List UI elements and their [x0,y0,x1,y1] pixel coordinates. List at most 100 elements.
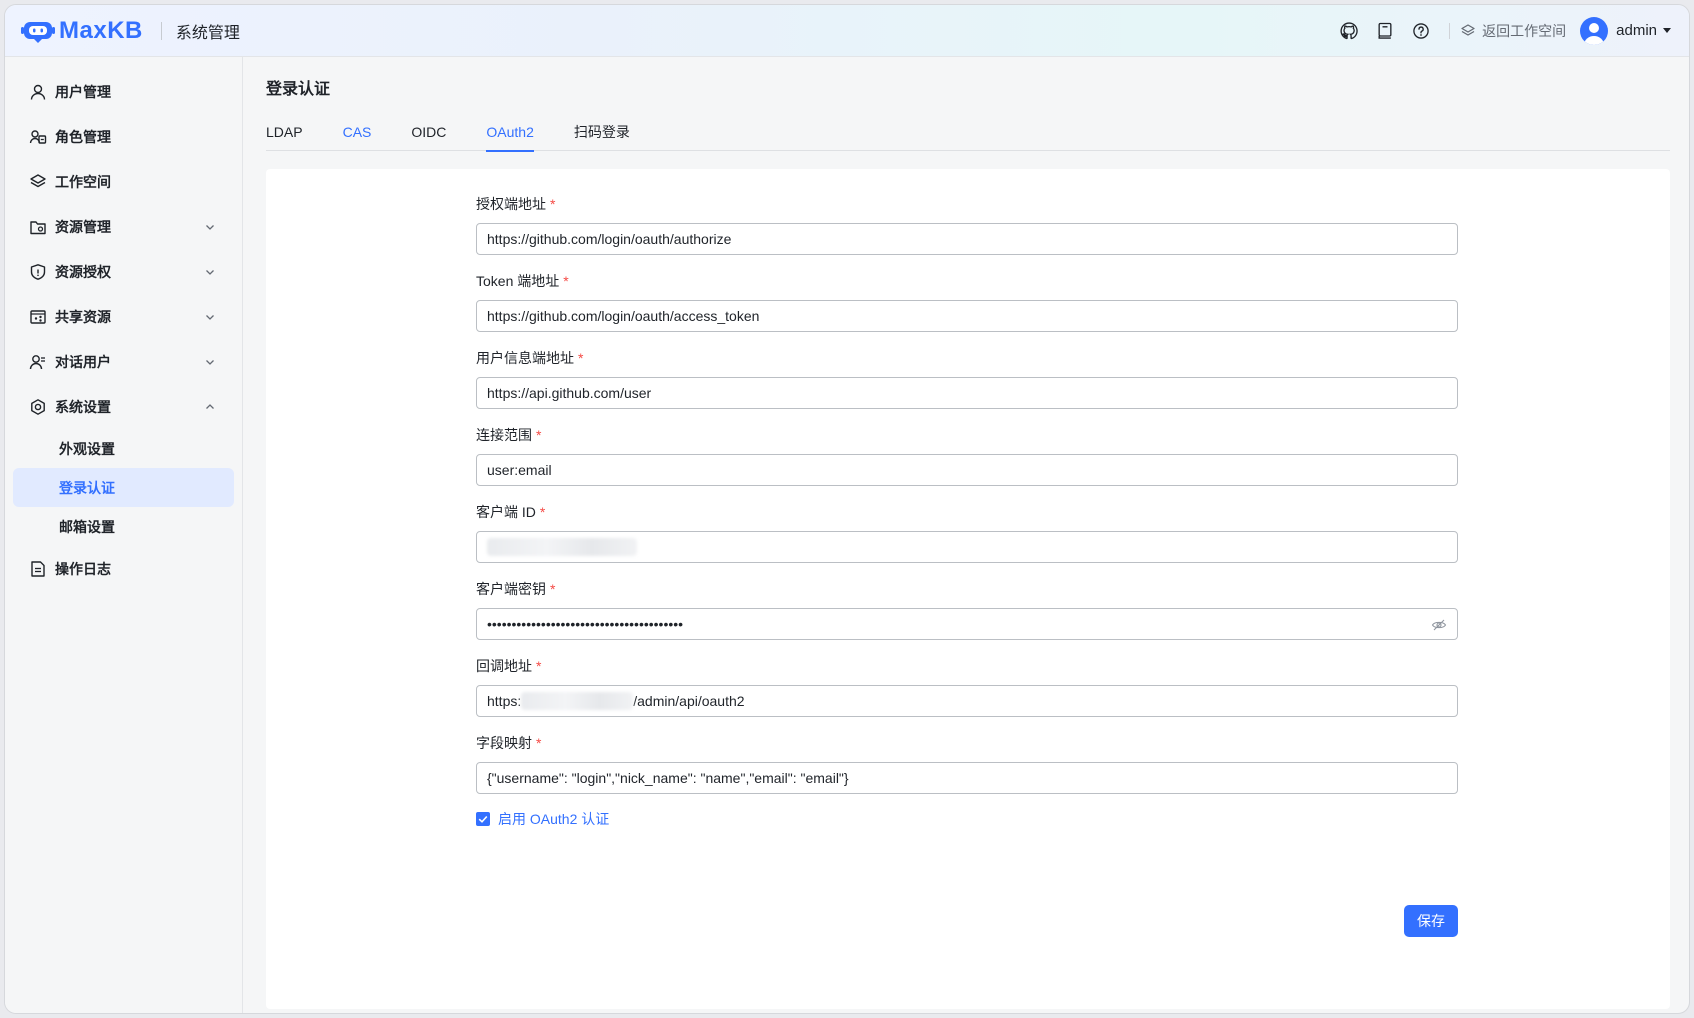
field-label: 用户信息端地址 * [476,350,584,366]
sidebar-subitem-email[interactable]: 邮箱设置 [13,507,234,546]
role-icon [29,129,47,144]
github-button[interactable] [1331,13,1367,49]
field-client-secret: 客户端密钥 * •••••••••••••••••••••••••••••••••… [476,578,1458,640]
avatar[interactable] [1580,16,1609,45]
field-label: 客户端密钥 * [476,581,556,597]
sidebar-item-system-settings[interactable]: 系统设置 [13,384,234,429]
back-to-workspace-button[interactable]: 返回工作空间 [1460,21,1566,41]
tab-cas[interactable]: CAS [343,113,372,151]
top-header: MaxKB 系统管理 返回工作空间 admin [5,5,1689,57]
sidebar-item-label: 角色管理 [55,128,111,145]
sidebar-item-resource-auth[interactable]: 资源授权 [13,249,234,294]
layers-icon [1461,23,1475,36]
log-icon [31,560,45,577]
chevron-down-icon[interactable] [204,311,216,323]
oauth2-form-card: 授权端地址 * https://github.com/login/oauth/au… [266,169,1670,1009]
chevron-down-icon[interactable] [204,221,216,233]
sidebar-item-label: 资源授权 [55,263,111,280]
field-scope: 连接范围 * user:email [476,424,1458,486]
user-name[interactable]: admin [1616,22,1657,39]
field-label: 授权端地址 * [476,196,556,212]
redacted-value [487,538,637,556]
maxkb-logo-icon [21,21,55,43]
enable-oauth2-label: 启用 OAuth2 认证 [498,811,610,827]
workspace-icon [30,173,46,187]
enable-oauth2-checkbox[interactable]: 启用 OAuth2 认证 [476,809,1458,829]
resource-folder-icon [30,220,46,234]
header-separator [1449,22,1451,39]
chevron-down-icon[interactable] [204,266,216,278]
sidebar: 用户管理 角色管理 工作空间 资源管理 资源授权 共享资源 对话用户 系统设置 … [5,57,243,1013]
sidebar-item-label: 共享资源 [55,308,111,325]
docs-button[interactable] [1367,13,1403,49]
sidebar-item-chat-users[interactable]: 对话用户 [13,339,234,384]
redirect-url-prefix: https: [487,693,522,709]
eye-off-icon[interactable] [1431,617,1447,633]
chevron-down-icon[interactable] [204,356,216,368]
avatar-person-icon [1584,22,1605,45]
sidebar-item-users[interactable]: 用户管理 [13,69,234,114]
app-window: MaxKB 系统管理 返回工作空间 admin 用户管理 角色管理 工作空间 资… [4,4,1690,1014]
authorize-url-input[interactable]: https://github.com/login/oauth/authorize [476,223,1458,255]
help-button[interactable] [1403,13,1439,49]
client-id-input[interactable] [476,531,1458,563]
sidebar-item-label: 对话用户 [55,353,111,370]
sidebar-item-label: 用户管理 [55,83,111,100]
help-circle-icon [1413,22,1429,39]
checkbox-checked-icon[interactable] [476,812,490,826]
user-menu-caret-icon[interactable] [1663,28,1671,33]
field-token-url: Token 端地址 * https://github.com/login/oaut… [476,270,1458,332]
sidebar-item-label: 资源管理 [55,218,111,235]
client-secret-input[interactable]: •••••••••••••••••••••••••••••••••••••••• [476,608,1458,640]
chevron-up-icon[interactable] [204,401,216,413]
sidebar-item-shared-resources[interactable]: 共享资源 [13,294,234,339]
sidebar-item-operation-log[interactable]: 操作日志 [13,546,234,591]
field-redirect-url: 回调地址 * https: /admin/api/oauth2 [476,655,1458,717]
field-label: Token 端地址 * [476,273,569,289]
shield-icon [30,263,46,280]
gear-icon [31,398,45,415]
page-title: 登录认证 [266,81,331,98]
scope-input[interactable]: user:email [476,454,1458,486]
share-icon [30,309,46,324]
header-divider [160,21,162,40]
field-label: 客户端 ID * [476,504,546,520]
user-icon [30,84,46,100]
book-icon [1378,22,1392,39]
oauth2-form: 授权端地址 * https://github.com/login/oauth/au… [476,193,1458,937]
field-mapping: 字段映射 * {"username": "login","nick_name": … [476,732,1458,794]
field-userinfo-url: 用户信息端地址 * https://api.github.com/user [476,347,1458,409]
main-content: 登录认证 LDAP CAS OIDC OAuth2 扫码登录 授权端地址 * ht… [244,57,1689,1013]
field-label: 字段映射 * [476,735,542,751]
header-actions: 返回工作空间 admin [1331,13,1671,49]
sidebar-item-workspace[interactable]: 工作空间 [13,159,234,204]
sidebar-subitem-appearance[interactable]: 外观设置 [13,429,234,468]
tab-qrcode-login[interactable]: 扫码登录 [574,113,630,151]
github-icon [1340,21,1358,39]
sidebar-subitem-login-auth[interactable]: 登录认证 [13,468,234,507]
sidebar-item-label: 工作空间 [55,173,111,190]
chat-user-icon [29,354,45,369]
back-to-workspace-label: 返回工作空间 [1482,22,1567,39]
logo[interactable]: MaxKB [21,17,143,45]
tab-oidc[interactable]: OIDC [411,113,446,151]
field-mapping-input[interactable]: {"username": "login","nick_name": "name"… [476,762,1458,794]
auth-tabs: LDAP CAS OIDC OAuth2 扫码登录 [266,113,1670,152]
userinfo-url-input[interactable]: https://api.github.com/user [476,377,1458,409]
redirect-url-input[interactable]: https: /admin/api/oauth2 [476,685,1458,717]
redacted-value [521,692,634,710]
redirect-url-suffix: /admin/api/oauth2 [633,693,745,709]
password-value: •••••••••••••••••••••••••••••••••••••••• [487,616,684,632]
sidebar-item-label: 系统设置 [55,398,111,415]
sidebar-item-roles[interactable]: 角色管理 [13,114,234,159]
sidebar-item-resources[interactable]: 资源管理 [13,204,234,249]
field-client-id: 客户端 ID * [476,501,1458,563]
tab-oauth2[interactable]: OAuth2 [486,113,535,152]
field-label: 回调地址 * [476,658,542,674]
logo-text: MaxKB [59,16,143,44]
token-url-input[interactable]: https://github.com/login/oauth/access_to… [476,300,1458,332]
field-authorize-url: 授权端地址 * https://github.com/login/oauth/au… [476,193,1458,255]
save-button[interactable]: 保存 [1404,905,1458,937]
field-label: 连接范围 * [476,427,542,443]
tab-ldap[interactable]: LDAP [266,113,303,151]
